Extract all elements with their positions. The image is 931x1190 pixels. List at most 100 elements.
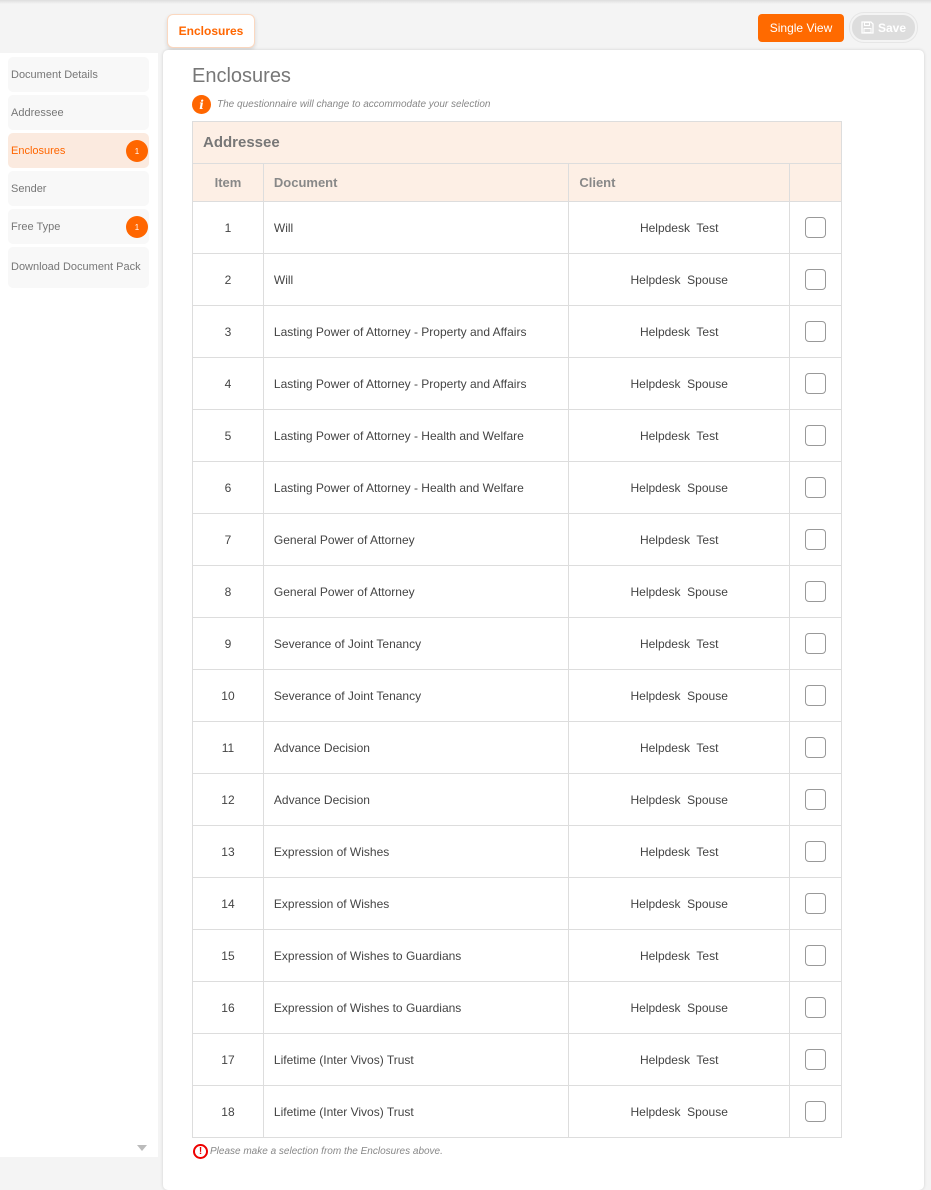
- select-checkbox[interactable]: [805, 477, 827, 498]
- select-cell: [789, 929, 842, 982]
- document-name: Lasting Power of Attorney - Property and…: [262, 357, 570, 410]
- table-row: 8 General Power of Attorney Helpdesk Spous…: [192, 565, 842, 618]
- select-checkbox[interactable]: [805, 373, 827, 394]
- client-name: Helpdesk Test: [568, 201, 791, 254]
- table-row: 18 Lifetime (Inter Vivos) Trust Helpdesk S…: [192, 1085, 842, 1138]
- client-name: Helpdesk Test: [568, 513, 791, 566]
- sidebar-item-label: Download Document Pack: [11, 261, 141, 273]
- select-checkbox[interactable]: [805, 685, 827, 706]
- item-number: 10: [192, 669, 264, 722]
- table-row: 4 Lasting Power of Attorney - Property an…: [192, 357, 842, 410]
- client-name: Helpdesk Test: [568, 409, 791, 462]
- table-row: 5 Lasting Power of Attorney - Health and …: [192, 409, 842, 462]
- item-number: 12: [192, 773, 264, 826]
- select-checkbox[interactable]: [805, 633, 827, 654]
- select-checkbox[interactable]: [805, 945, 827, 966]
- sidebar-item-enclosures[interactable]: Enclosures 1: [8, 133, 149, 168]
- count-badge: 1: [126, 216, 148, 238]
- item-number: 14: [192, 877, 264, 930]
- client-name: Helpdesk Spouse: [568, 773, 791, 826]
- table-row: 16 Expression of Wishes to Guardians Helpd…: [192, 981, 842, 1034]
- client-name: Helpdesk Test: [568, 305, 791, 358]
- select-cell: [789, 721, 842, 774]
- column-header-document: Document: [262, 163, 570, 202]
- document-name: Will: [262, 253, 570, 306]
- column-header-select: [789, 163, 842, 202]
- sidebar-item-sender[interactable]: Sender: [8, 171, 149, 206]
- table-row: 1 Will Helpdesk Test: [192, 201, 842, 254]
- select-cell: [789, 461, 842, 514]
- sidebar-item-label: Sender: [11, 182, 47, 195]
- select-cell: [789, 669, 842, 722]
- client-name: Helpdesk Test: [568, 825, 791, 878]
- select-checkbox[interactable]: [805, 893, 827, 914]
- single-view-button[interactable]: Single View: [758, 14, 844, 42]
- document-name: Severance of Joint Tenancy: [262, 669, 570, 722]
- select-checkbox[interactable]: [805, 1049, 827, 1070]
- select-cell: [789, 305, 842, 358]
- table-row: 6 Lasting Power of Attorney - Health and …: [192, 461, 842, 514]
- document-name: Lifetime (Inter Vivos) Trust: [262, 1033, 570, 1086]
- item-number: 13: [192, 825, 264, 878]
- document-name: General Power of Attorney: [262, 513, 570, 566]
- client-name: Helpdesk Spouse: [568, 357, 791, 410]
- document-name: Will: [262, 201, 570, 254]
- select-checkbox[interactable]: [805, 321, 827, 342]
- select-checkbox[interactable]: [805, 529, 827, 550]
- client-name: Helpdesk Spouse: [568, 565, 791, 618]
- table-row: 11 Advance Decision Helpdesk Test: [192, 721, 842, 774]
- save-button[interactable]: Save: [850, 13, 917, 42]
- sidebar-item-free-type[interactable]: Free Type 1: [8, 209, 149, 244]
- select-cell: [789, 201, 842, 254]
- client-name: Helpdesk Test: [568, 721, 791, 774]
- select-checkbox[interactable]: [805, 269, 827, 290]
- table-title: Addressee: [192, 121, 842, 164]
- sidebar-item-label: Enclosures: [11, 144, 66, 157]
- select-checkbox[interactable]: [805, 841, 827, 862]
- validation-message: ! Please make a selection from the Enclo…: [193, 1144, 443, 1159]
- table-row: 3 Lasting Power of Attorney - Property an…: [192, 305, 842, 358]
- item-number: 15: [192, 929, 264, 982]
- select-cell: [789, 773, 842, 826]
- select-checkbox[interactable]: [805, 1101, 827, 1122]
- sidebar-item-document-details[interactable]: Document Details: [8, 57, 149, 92]
- document-name: Lasting Power of Attorney - Health and W…: [262, 461, 570, 514]
- sidebar-item-download-document-pack[interactable]: Download Document Pack: [8, 247, 149, 288]
- select-checkbox[interactable]: [805, 997, 827, 1018]
- client-name: Helpdesk Spouse: [568, 461, 791, 514]
- select-cell: [789, 825, 842, 878]
- client-name: Helpdesk Spouse: [568, 981, 791, 1034]
- item-number: 4: [192, 357, 264, 410]
- item-number: 11: [192, 721, 264, 774]
- count-badge: 1: [126, 140, 148, 162]
- document-name: Expression of Wishes to Guardians: [262, 929, 570, 982]
- select-checkbox[interactable]: [805, 789, 827, 810]
- sidebar-item-addressee[interactable]: Addressee: [8, 95, 149, 130]
- item-number: 17: [192, 1033, 264, 1086]
- document-name: Advance Decision: [262, 773, 570, 826]
- select-cell: [789, 565, 842, 618]
- document-name: General Power of Attorney: [262, 565, 570, 618]
- select-checkbox[interactable]: [805, 581, 827, 602]
- table-row: 14 Expression of Wishes Helpdesk Spouse: [192, 877, 842, 930]
- client-name: Helpdesk Test: [568, 617, 791, 670]
- select-checkbox[interactable]: [805, 737, 827, 758]
- floppy-disk-icon: [861, 21, 874, 34]
- select-checkbox[interactable]: [805, 425, 827, 446]
- select-checkbox[interactable]: [805, 217, 827, 238]
- table-row: 7 General Power of Attorney Helpdesk Test: [192, 513, 842, 566]
- item-number: 18: [192, 1085, 264, 1138]
- document-name: Severance of Joint Tenancy: [262, 617, 570, 670]
- validation-text: Please make a selection from the Enclosu…: [210, 1146, 443, 1157]
- item-number: 2: [192, 253, 264, 306]
- tab-enclosures[interactable]: Enclosures: [167, 14, 255, 48]
- select-cell: [789, 1085, 842, 1138]
- client-name: Helpdesk Spouse: [568, 253, 791, 306]
- scroll-down-arrow-icon[interactable]: [137, 1145, 147, 1151]
- document-name: Lasting Power of Attorney - Property and…: [262, 305, 570, 358]
- item-number: 5: [192, 409, 264, 462]
- info-text: The questionnaire will change to accommo…: [217, 99, 491, 110]
- top-bar: [0, 0, 931, 4]
- document-name: Expression of Wishes: [262, 877, 570, 930]
- document-name: Lasting Power of Attorney - Health and W…: [262, 409, 570, 462]
